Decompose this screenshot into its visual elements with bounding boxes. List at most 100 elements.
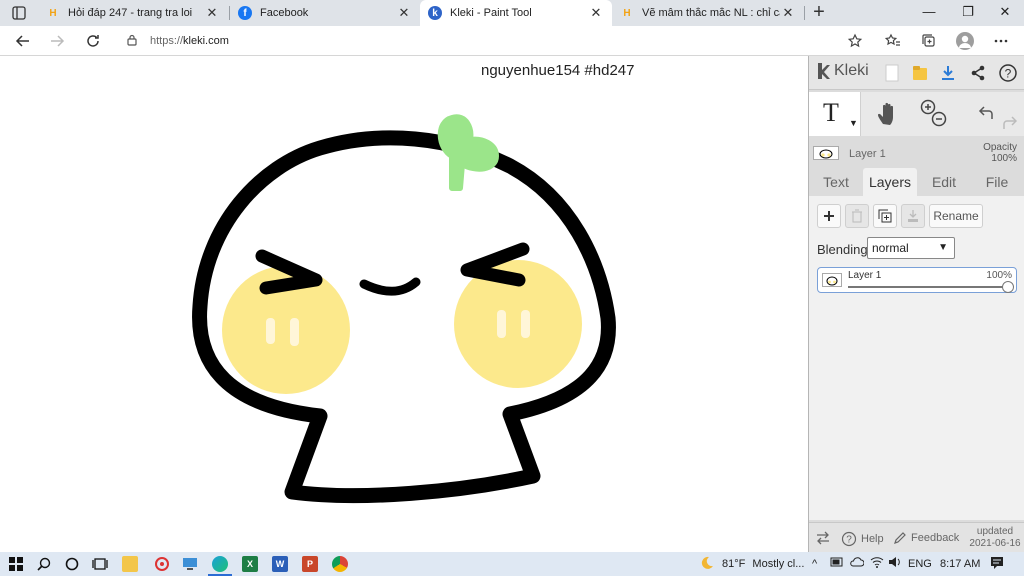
cloud-icon[interactable] [850, 556, 865, 571]
text-tool-button[interactable]: T ▼ [809, 92, 861, 136]
word-icon[interactable]: W [272, 556, 288, 572]
powerpoint-icon[interactable]: P [302, 556, 318, 572]
profile-avatar[interactable] [956, 32, 974, 50]
drawing-canvas[interactable] [0, 56, 808, 552]
blending-select[interactable]: normal ▼ [867, 237, 955, 259]
blending-value: normal [872, 241, 909, 255]
file-explorer-icon[interactable] [122, 556, 138, 572]
share-icon[interactable] [967, 62, 989, 84]
kleki-icon: k [428, 6, 442, 20]
minimize-button[interactable]: — [910, 0, 948, 26]
kleki-logo[interactable]: Kleki [815, 62, 869, 80]
language-indicator[interactable]: ENG [908, 558, 932, 570]
tab-title: Kleki - Paint Tool [450, 7, 532, 19]
tab-kleki[interactable]: k Kleki - Paint Tool ✕ [420, 0, 612, 26]
address-bar[interactable]: https:// kleki.com [116, 29, 876, 53]
blending-label: Blending [817, 242, 868, 257]
clock[interactable]: 8:17 AM [940, 558, 980, 570]
cheek-highlight [290, 318, 299, 346]
restore-button[interactable]: ❐ [949, 0, 987, 26]
tab-close-button[interactable]: ✕ [780, 5, 796, 21]
favorite-add-icon[interactable] [844, 30, 866, 52]
tab-close-button[interactable]: ✕ [204, 5, 220, 21]
task-view-icon[interactable] [92, 556, 108, 572]
app-red-icon[interactable] [154, 556, 170, 572]
more-menu-icon[interactable] [990, 30, 1012, 52]
cheek-highlight [521, 310, 530, 338]
zoom-in-icon[interactable] [919, 98, 949, 128]
hand-tool-icon[interactable] [873, 98, 903, 128]
volume-icon[interactable] [888, 556, 902, 571]
window-close-button[interactable]: ✕ [986, 0, 1024, 26]
text-tool-glyph: T [823, 98, 839, 127]
new-tab-button[interactable]: + [808, 1, 830, 25]
tab-file[interactable]: File [973, 168, 1021, 196]
layer-thumbnail [813, 146, 839, 160]
kleki-top-bar: Kleki ? [809, 56, 1024, 90]
excel-icon[interactable]: X [242, 556, 258, 572]
layer-opacity-fill [848, 286, 1008, 288]
current-layer-info: Layer 1 Opacity 100% [809, 142, 1024, 166]
cheek-highlight [497, 310, 506, 338]
wifi-icon[interactable] [870, 556, 884, 571]
tab-edit[interactable]: Edit [921, 168, 967, 196]
tab-separator [804, 6, 805, 20]
favorites-icon[interactable] [882, 30, 904, 52]
chrome-icon[interactable] [332, 556, 348, 572]
panel-tabs: Text Layers Edit File [809, 168, 1024, 196]
duplicate-layer-button[interactable] [873, 204, 897, 228]
redo-icon[interactable] [995, 108, 1024, 138]
layer-name: Layer 1 [848, 270, 882, 281]
weather-widget[interactable]: 81°F Mostly cl... [722, 558, 804, 570]
opacity-label: Opacity [983, 142, 1017, 153]
layer-list-item[interactable]: Layer 1 100% [817, 267, 1017, 293]
chevron-down-icon[interactable]: ▼ [849, 118, 858, 128]
merge-layer-button[interactable] [901, 204, 925, 228]
start-icon[interactable] [8, 556, 24, 572]
notifications-icon[interactable] [990, 556, 1004, 573]
pencil-icon [894, 532, 906, 544]
layer-opacity-slider[interactable] [848, 286, 1008, 288]
tab-hoidap247[interactable]: H Hỏi đáp 247 - trang tra loi ✕ [38, 0, 228, 26]
help-icon[interactable]: ? [997, 62, 1019, 84]
feedback-button[interactable]: Feedback [893, 531, 959, 545]
tab-text[interactable]: Text [813, 168, 859, 196]
monitor-icon[interactable] [182, 556, 198, 572]
kleki-side-panel: Kleki ? T ▼ Layer 1 Opacity 100% Text La… [808, 56, 1024, 552]
layers-panel: Rename Blending normal ▼ Layer 1 100% [809, 196, 1024, 520]
updated-info: updated 2021-06-16 [969, 526, 1021, 550]
layer-opacity-knob[interactable] [1002, 281, 1014, 293]
updated-label: updated [976, 526, 1014, 537]
opacity-readout: Opacity 100% [983, 142, 1017, 164]
weather-moon-icon[interactable] [700, 556, 714, 573]
refresh-icon[interactable] [82, 30, 104, 52]
download-icon[interactable] [937, 62, 959, 84]
chevron-down-icon: ▼ [938, 242, 948, 253]
help-circle-icon: ? [841, 531, 857, 547]
tab-close-button[interactable]: ✕ [588, 5, 604, 21]
help-button[interactable]: ? Help [841, 531, 884, 547]
search-icon[interactable] [36, 556, 52, 572]
back-icon[interactable] [12, 30, 34, 52]
tab-actions-icon[interactable] [8, 4, 28, 22]
chevron-up-icon[interactable]: ^ [812, 558, 817, 570]
duplicate-icon [878, 209, 892, 223]
tab-hoidap247-question[interactable]: H Vẽ mâm thắc mắc NL : chỉ cách t ✕ [612, 0, 804, 26]
tab-layers[interactable]: Layers [863, 168, 917, 196]
collections-icon[interactable] [918, 30, 940, 52]
tab-close-button[interactable]: ✕ [396, 5, 412, 21]
cheek-highlight [266, 318, 275, 344]
swap-side-icon[interactable] [815, 531, 831, 545]
battery-icon[interactable] [830, 557, 844, 570]
tab-title: Hỏi đáp 247 - trang tra loi [68, 7, 193, 19]
rename-layer-button[interactable]: Rename [929, 204, 983, 228]
new-image-icon[interactable] [881, 62, 903, 84]
tab-facebook[interactable]: f Facebook ✕ [230, 0, 420, 26]
add-layer-button[interactable] [817, 204, 841, 228]
forward-icon[interactable] [46, 30, 68, 52]
delete-layer-button[interactable] [845, 204, 869, 228]
edge-icon[interactable] [212, 556, 228, 572]
open-file-icon[interactable] [909, 62, 931, 84]
cortana-icon[interactable] [64, 556, 80, 572]
url-scheme: https:// [150, 35, 184, 47]
